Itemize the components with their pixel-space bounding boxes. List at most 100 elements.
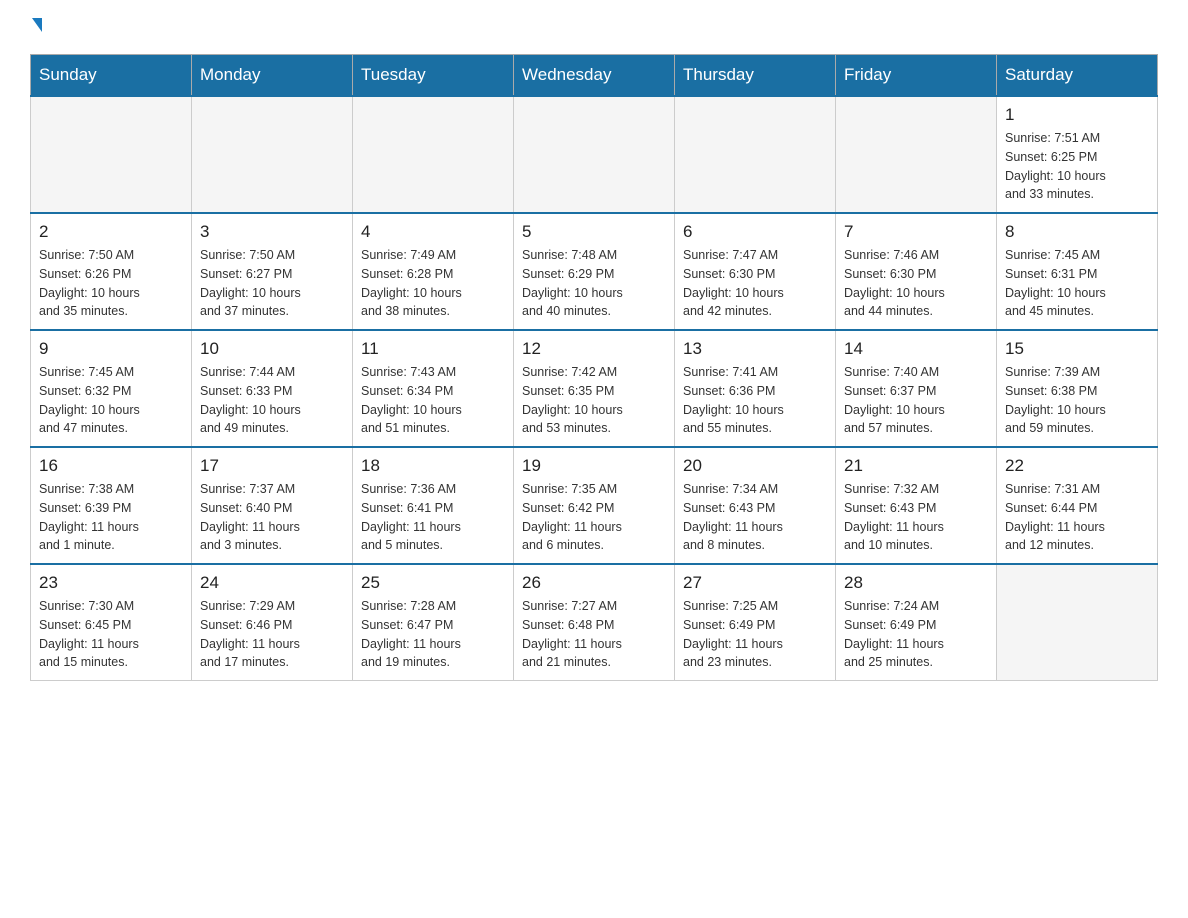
day-number: 16 <box>39 456 183 476</box>
day-number: 4 <box>361 222 505 242</box>
day-info: Sunrise: 7:32 AMSunset: 6:43 PMDaylight:… <box>844 480 988 555</box>
day-number: 5 <box>522 222 666 242</box>
day-info: Sunrise: 7:46 AMSunset: 6:30 PMDaylight:… <box>844 246 988 321</box>
logo-arrow-icon <box>32 18 42 32</box>
day-info: Sunrise: 7:38 AMSunset: 6:39 PMDaylight:… <box>39 480 183 555</box>
calendar-cell: 4 Sunrise: 7:49 AMSunset: 6:28 PMDaylight… <box>353 213 514 330</box>
calendar-cell: 7 Sunrise: 7:46 AMSunset: 6:30 PMDaylight… <box>836 213 997 330</box>
calendar-cell <box>514 96 675 213</box>
day-info: Sunrise: 7:27 AMSunset: 6:48 PMDaylight:… <box>522 597 666 672</box>
calendar-cell <box>836 96 997 213</box>
calendar-cell: 23 Sunrise: 7:30 AMSunset: 6:45 PMDayligh… <box>31 564 192 681</box>
day-info: Sunrise: 7:43 AMSunset: 6:34 PMDaylight:… <box>361 363 505 438</box>
calendar-cell: 11 Sunrise: 7:43 AMSunset: 6:34 PMDayligh… <box>353 330 514 447</box>
day-info: Sunrise: 7:39 AMSunset: 6:38 PMDaylight:… <box>1005 363 1149 438</box>
day-info: Sunrise: 7:37 AMSunset: 6:40 PMDaylight:… <box>200 480 344 555</box>
weekday-header-sunday: Sunday <box>31 55 192 97</box>
day-number: 26 <box>522 573 666 593</box>
calendar-week-row: 16 Sunrise: 7:38 AMSunset: 6:39 PMDayligh… <box>31 447 1158 564</box>
weekday-header-tuesday: Tuesday <box>353 55 514 97</box>
calendar-cell: 25 Sunrise: 7:28 AMSunset: 6:47 PMDayligh… <box>353 564 514 681</box>
calendar-cell: 14 Sunrise: 7:40 AMSunset: 6:37 PMDayligh… <box>836 330 997 447</box>
calendar-cell: 26 Sunrise: 7:27 AMSunset: 6:48 PMDayligh… <box>514 564 675 681</box>
day-info: Sunrise: 7:40 AMSunset: 6:37 PMDaylight:… <box>844 363 988 438</box>
day-number: 17 <box>200 456 344 476</box>
day-info: Sunrise: 7:48 AMSunset: 6:29 PMDaylight:… <box>522 246 666 321</box>
day-info: Sunrise: 7:49 AMSunset: 6:28 PMDaylight:… <box>361 246 505 321</box>
calendar-cell: 9 Sunrise: 7:45 AMSunset: 6:32 PMDaylight… <box>31 330 192 447</box>
day-number: 12 <box>522 339 666 359</box>
day-number: 10 <box>200 339 344 359</box>
calendar-cell: 20 Sunrise: 7:34 AMSunset: 6:43 PMDayligh… <box>675 447 836 564</box>
calendar-cell: 27Sunrise: 7:25 AMSunset: 6:49 PMDayligh… <box>675 564 836 681</box>
weekday-header-thursday: Thursday <box>675 55 836 97</box>
weekday-header-monday: Monday <box>192 55 353 97</box>
day-number: 27 <box>683 573 827 593</box>
calendar-cell <box>31 96 192 213</box>
calendar-cell: 12 Sunrise: 7:42 AMSunset: 6:35 PMDayligh… <box>514 330 675 447</box>
calendar-cell <box>997 564 1158 681</box>
calendar-cell <box>675 96 836 213</box>
calendar-cell: 15Sunrise: 7:39 AMSunset: 6:38 PMDayligh… <box>997 330 1158 447</box>
day-info: Sunrise: 7:35 AMSunset: 6:42 PMDaylight:… <box>522 480 666 555</box>
day-info: Sunrise: 7:50 AMSunset: 6:26 PMDaylight:… <box>39 246 183 321</box>
calendar-cell: 6 Sunrise: 7:47 AMSunset: 6:30 PMDaylight… <box>675 213 836 330</box>
calendar-cell: 3 Sunrise: 7:50 AMSunset: 6:27 PMDaylight… <box>192 213 353 330</box>
day-number: 7 <box>844 222 988 242</box>
calendar-cell: 19 Sunrise: 7:35 AMSunset: 6:42 PMDayligh… <box>514 447 675 564</box>
calendar-cell: 8 Sunrise: 7:45 AMSunset: 6:31 PMDaylight… <box>997 213 1158 330</box>
page-header <box>30 20 1158 34</box>
day-info: Sunrise: 7:44 AMSunset: 6:33 PMDaylight:… <box>200 363 344 438</box>
calendar-cell: 22 Sunrise: 7:31 AMSunset: 6:44 PMDayligh… <box>997 447 1158 564</box>
day-info: Sunrise: 7:24 AMSunset: 6:49 PMDaylight:… <box>844 597 988 672</box>
calendar-cell: 16 Sunrise: 7:38 AMSunset: 6:39 PMDayligh… <box>31 447 192 564</box>
calendar-cell: 13Sunrise: 7:41 AMSunset: 6:36 PMDayligh… <box>675 330 836 447</box>
day-info: Sunrise: 7:34 AMSunset: 6:43 PMDaylight:… <box>683 480 827 555</box>
calendar-cell: 24 Sunrise: 7:29 AMSunset: 6:46 PMDayligh… <box>192 564 353 681</box>
day-number: 6 <box>683 222 827 242</box>
day-info: Sunrise: 7:50 AMSunset: 6:27 PMDaylight:… <box>200 246 344 321</box>
weekday-header-saturday: Saturday <box>997 55 1158 97</box>
calendar-week-row: 1 Sunrise: 7:51 AMSunset: 6:25 PMDaylight… <box>31 96 1158 213</box>
day-number: 22 <box>1005 456 1149 476</box>
day-info: Sunrise: 7:51 AMSunset: 6:25 PMDaylight:… <box>1005 129 1149 204</box>
day-number: 28 <box>844 573 988 593</box>
calendar-cell: 2 Sunrise: 7:50 AMSunset: 6:26 PMDaylight… <box>31 213 192 330</box>
calendar-cell: 28 Sunrise: 7:24 AMSunset: 6:49 PMDayligh… <box>836 564 997 681</box>
day-info: Sunrise: 7:42 AMSunset: 6:35 PMDaylight:… <box>522 363 666 438</box>
calendar-header-row: SundayMondayTuesdayWednesdayThursdayFrid… <box>31 55 1158 97</box>
calendar-week-row: 9 Sunrise: 7:45 AMSunset: 6:32 PMDaylight… <box>31 330 1158 447</box>
day-number: 20 <box>683 456 827 476</box>
day-info: Sunrise: 7:45 AMSunset: 6:32 PMDaylight:… <box>39 363 183 438</box>
day-number: 25 <box>361 573 505 593</box>
day-number: 14 <box>844 339 988 359</box>
calendar-table: SundayMondayTuesdayWednesdayThursdayFrid… <box>30 54 1158 681</box>
calendar-cell: 1 Sunrise: 7:51 AMSunset: 6:25 PMDaylight… <box>997 96 1158 213</box>
day-number: 21 <box>844 456 988 476</box>
day-number: 9 <box>39 339 183 359</box>
calendar-week-row: 23 Sunrise: 7:30 AMSunset: 6:45 PMDayligh… <box>31 564 1158 681</box>
calendar-cell: 21 Sunrise: 7:32 AMSunset: 6:43 PMDayligh… <box>836 447 997 564</box>
calendar-cell: 17 Sunrise: 7:37 AMSunset: 6:40 PMDayligh… <box>192 447 353 564</box>
day-number: 24 <box>200 573 344 593</box>
day-number: 3 <box>200 222 344 242</box>
day-number: 8 <box>1005 222 1149 242</box>
calendar-cell: 18Sunrise: 7:36 AMSunset: 6:41 PMDayligh… <box>353 447 514 564</box>
day-info: Sunrise: 7:47 AMSunset: 6:30 PMDaylight:… <box>683 246 827 321</box>
day-info: Sunrise: 7:31 AMSunset: 6:44 PMDaylight:… <box>1005 480 1149 555</box>
day-info: Sunrise: 7:30 AMSunset: 6:45 PMDaylight:… <box>39 597 183 672</box>
day-number: 1 <box>1005 105 1149 125</box>
day-number: 2 <box>39 222 183 242</box>
day-info: Sunrise: 7:29 AMSunset: 6:46 PMDaylight:… <box>200 597 344 672</box>
weekday-header-wednesday: Wednesday <box>514 55 675 97</box>
day-info: Sunrise: 7:41 AMSunset: 6:36 PMDaylight:… <box>683 363 827 438</box>
day-info: Sunrise: 7:28 AMSunset: 6:47 PMDaylight:… <box>361 597 505 672</box>
calendar-cell: 5 Sunrise: 7:48 AMSunset: 6:29 PMDaylight… <box>514 213 675 330</box>
calendar-cell <box>353 96 514 213</box>
day-number: 11 <box>361 339 505 359</box>
weekday-header-friday: Friday <box>836 55 997 97</box>
calendar-week-row: 2 Sunrise: 7:50 AMSunset: 6:26 PMDaylight… <box>31 213 1158 330</box>
day-info: Sunrise: 7:45 AMSunset: 6:31 PMDaylight:… <box>1005 246 1149 321</box>
day-number: 19 <box>522 456 666 476</box>
day-number: 23 <box>39 573 183 593</box>
